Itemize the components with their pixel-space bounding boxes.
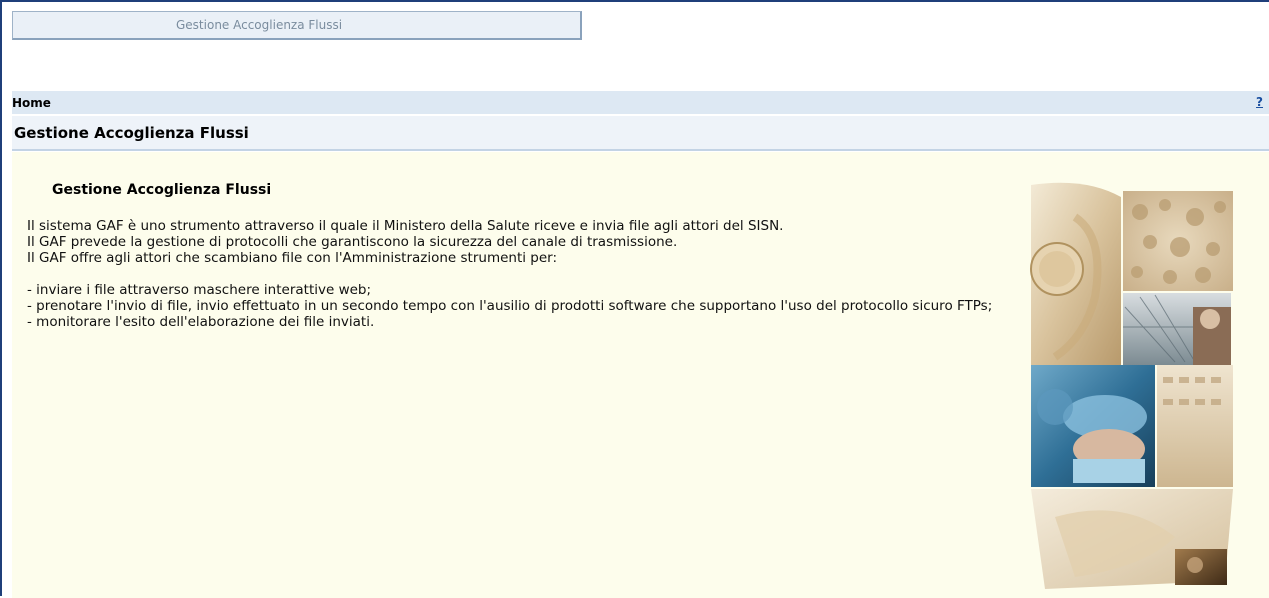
app-title-tab[interactable]: Gestione Accoglienza Flussi <box>12 11 582 40</box>
collage-image <box>1025 177 1239 589</box>
window-frame: Gestione Accoglienza Flussi Home ? Gesti… <box>0 0 1269 598</box>
paragraph-line: Il sistema GAF è uno strumento attravers… <box>27 218 784 234</box>
breadcrumb-home: Home <box>12 96 51 110</box>
list-item: - inviare i file attraverso maschere int… <box>27 282 372 298</box>
paragraph-line: Il GAF prevede la gestione di protocolli… <box>27 234 678 250</box>
help-link[interactable]: ? <box>1256 95 1263 109</box>
page-title: Gestione Accoglienza Flussi <box>14 124 249 142</box>
page-title-bar: Gestione Accoglienza Flussi <box>12 116 1269 151</box>
section-heading: Gestione Accoglienza Flussi <box>52 182 272 198</box>
list-item: - monitorare l'esito dell'elaborazione d… <box>27 314 375 330</box>
breadcrumb-bar: Home ? <box>12 91 1269 115</box>
paragraph-line: Il GAF offre agli attori che scambiano f… <box>27 250 558 266</box>
app-title-label: Gestione Accoglienza Flussi <box>176 18 343 32</box>
description-text: Il sistema GAF è uno strumento attravers… <box>27 218 1017 330</box>
list-item: - prenotare l'invio di file, invio effet… <box>27 298 993 314</box>
medical-photo-collage <box>1025 177 1239 589</box>
content-area: Gestione Accoglienza Flussi Il sistema G… <box>12 152 1269 598</box>
